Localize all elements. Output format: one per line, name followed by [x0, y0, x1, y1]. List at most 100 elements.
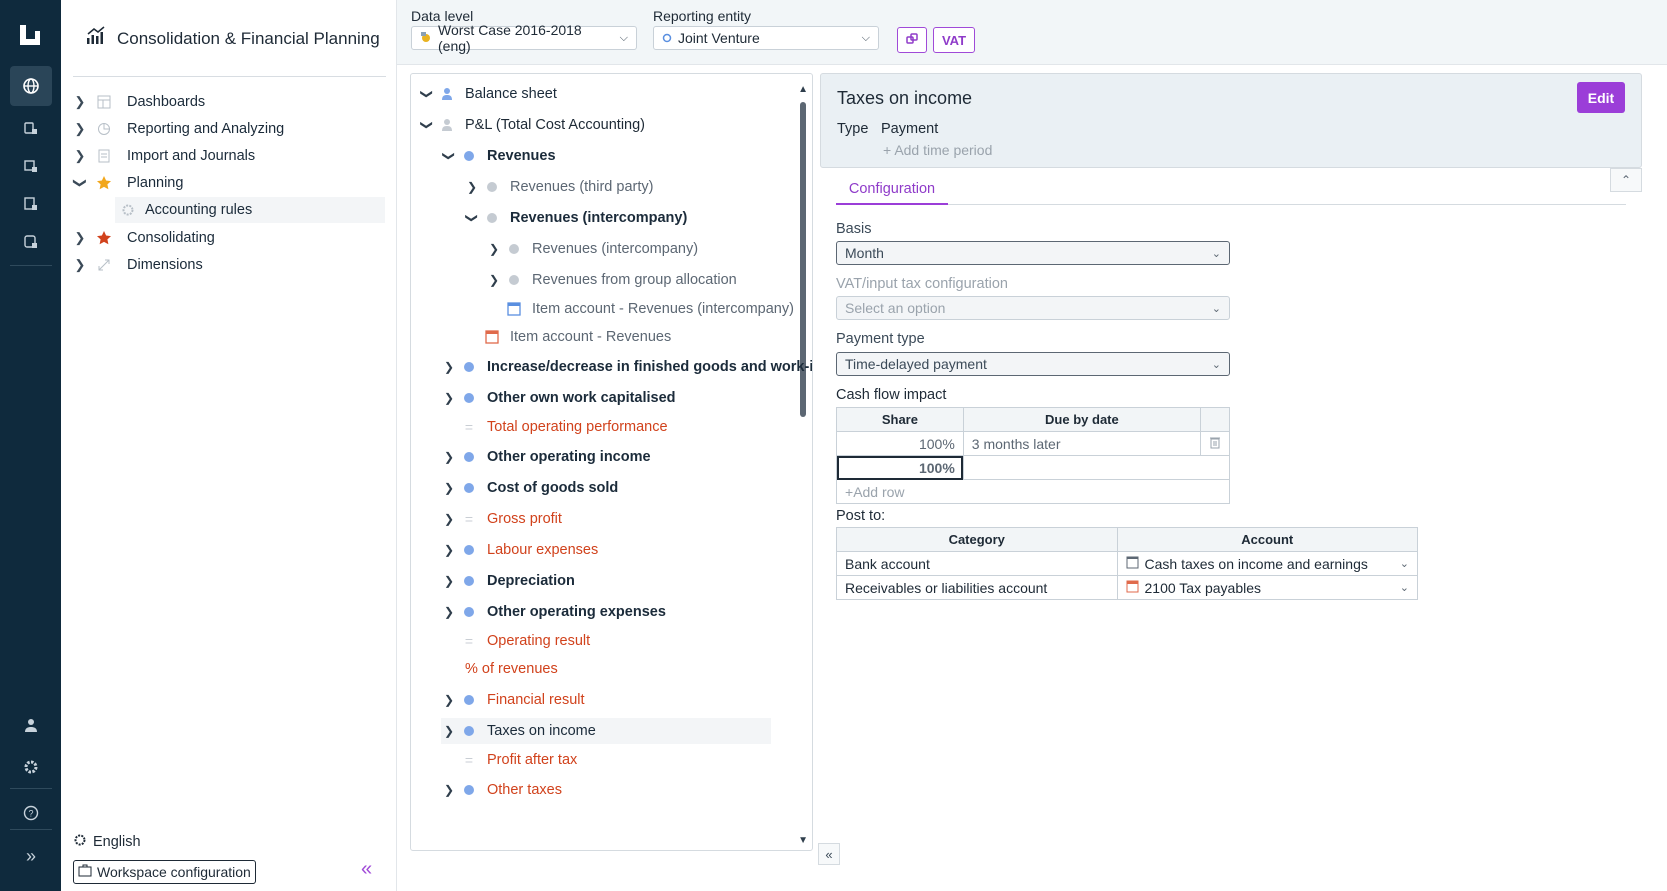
chevron-down-icon: ⌄ — [1211, 358, 1221, 371]
globe-icon[interactable] — [10, 66, 52, 106]
basis-select[interactable]: Month ⌄ — [836, 241, 1230, 265]
chevron-right-icon[interactable]: ❯ — [69, 94, 91, 110]
help-icon[interactable]: ? — [10, 793, 52, 833]
delete-row-icon[interactable] — [1199, 431, 1231, 456]
due-cell[interactable]: 3 months later — [962, 431, 1201, 456]
share-cell[interactable]: 100% — [836, 431, 964, 456]
node-dot-icon — [480, 182, 504, 192]
add-time-period-link[interactable]: + Add time period — [883, 142, 992, 158]
account-cell[interactable]: Cash taxes on income and earnings ⌄ — [1116, 551, 1418, 576]
tree-row-item-account-ic[interactable]: Item account - Revenues (intercompany) — [502, 296, 794, 322]
gear-icon[interactable] — [10, 747, 52, 787]
tree-row-other-operating-income[interactable]: ❯ Other operating income — [441, 444, 651, 470]
account-cell[interactable]: 2100 Tax payables ⌄ — [1116, 575, 1418, 600]
add-row-line: +Add row — [836, 479, 1230, 504]
nav-item-import[interactable]: ❯ Import and Journals — [69, 143, 385, 169]
lock-app-icon-1[interactable] — [10, 108, 52, 148]
data-level-select[interactable]: Worst Case 2016-2018 (eng) ⌵ — [411, 22, 637, 54]
chevron-down-icon[interactable]: ⌄ — [1400, 557, 1409, 570]
chevron-right-icon[interactable]: ❯ — [441, 783, 457, 797]
chevron-right-icon[interactable]: ❯ — [486, 242, 502, 256]
chevron-right-icon[interactable]: ❯ — [486, 273, 502, 287]
scroll-down-icon[interactable]: ▼ — [798, 835, 808, 846]
tree-row-other-taxes[interactable]: ❯ Other taxes — [441, 777, 562, 803]
tree-row-increase-decrease[interactable]: ❯ Increase/decrease in finished goods an… — [441, 354, 812, 380]
lock-app-icon-2[interactable] — [10, 146, 52, 186]
workspace-configuration-button[interactable]: Workspace configuration — [73, 860, 256, 884]
lock-app-icon-3[interactable] — [10, 184, 52, 224]
tree-row-revenues-third-party[interactable]: ❯ Revenues (third party) — [464, 174, 653, 200]
lock-app-icon-4[interactable] — [10, 222, 52, 262]
tree-row-balance-sheet[interactable]: ❯ Balance sheet — [419, 81, 557, 107]
user-icon[interactable] — [10, 705, 52, 745]
tree-row-revenues-intercompany[interactable]: ❯ Revenues (intercompany) — [464, 205, 687, 231]
nav-item-consolidating[interactable]: ❯ Consolidating — [69, 225, 385, 251]
tree-row-labour-expenses[interactable]: ❯ Labour expenses — [441, 537, 598, 563]
chevron-right-icon[interactable]: ❯ — [441, 574, 457, 588]
chevron-down-icon[interactable]: ❯ — [465, 210, 479, 226]
tree-row-profit-after-tax[interactable]: = Profit after tax — [457, 747, 577, 773]
chevron-right-icon[interactable]: ❯ — [441, 481, 457, 495]
tree-row-cost-of-goods-sold[interactable]: ❯ Cost of goods sold — [441, 475, 618, 501]
edit-button[interactable]: Edit — [1577, 82, 1625, 113]
collapse-nav-icon[interactable]: « — [361, 858, 372, 881]
node-dot-icon — [457, 576, 481, 586]
chevron-right-icon[interactable]: ❯ — [441, 724, 457, 738]
scroll-up-icon[interactable]: ▲ — [798, 84, 808, 95]
nav-item-planning[interactable]: ❯ Planning — [69, 170, 385, 196]
tree-row-item-account-revenues[interactable]: Item account - Revenues — [480, 324, 671, 350]
payment-type-select[interactable]: Time-delayed payment ⌄ — [836, 352, 1230, 376]
tree-row-revenues-intercompany-sub[interactable]: ❯ Revenues (intercompany) — [486, 236, 698, 262]
chevron-right-icon[interactable]: ❯ — [441, 512, 457, 526]
language-selector[interactable]: English — [73, 833, 141, 851]
table-row: 100% 3 months later — [836, 431, 1231, 456]
chevron-right-icon[interactable]: ❯ — [441, 605, 457, 619]
add-row-button[interactable]: +Add row — [836, 479, 1230, 504]
tree-row-financial-result[interactable]: ❯ Financial result — [441, 687, 585, 713]
app-logo-icon[interactable] — [17, 22, 43, 48]
chevron-right-icon[interactable]: ❯ — [69, 230, 91, 246]
due-cell[interactable] — [962, 455, 1231, 480]
tree-row-pnl[interactable]: ❯ P&L (Total Cost Accounting) — [419, 112, 645, 138]
tree-row-depreciation[interactable]: ❯ Depreciation — [441, 568, 575, 594]
tree-row-gross-profit[interactable]: ❯ = Gross profit — [441, 506, 562, 532]
nav-item-dashboards[interactable]: ❯ Dashboards — [69, 89, 385, 115]
rules-gear-icon — [115, 203, 141, 217]
reporting-entity-select[interactable]: Joint Venture ⌵ — [653, 26, 879, 50]
vat-config-select[interactable]: Select an option ⌄ — [836, 296, 1230, 320]
chevron-down-icon[interactable]: ⌄ — [1400, 581, 1409, 594]
data-level-field: Data level Worst Case 2016-2018 (eng) ⌵ — [411, 8, 637, 54]
nav-item-reporting[interactable]: ❯ Reporting and Analyzing — [69, 116, 385, 142]
chevron-right-icon[interactable]: ❯ — [441, 693, 457, 707]
chevron-right-icon[interactable]: ❯ — [69, 121, 91, 137]
tree-row-total-operating-performance[interactable]: = Total operating performance — [457, 414, 668, 440]
tree-row-other-operating-expenses[interactable]: ❯ Other operating expenses — [441, 599, 666, 625]
chevron-down-icon[interactable]: ❯ — [420, 86, 434, 102]
tree-row-own-work[interactable]: ❯ Other own work capitalised — [441, 385, 676, 411]
share-cell[interactable]: 100% — [836, 455, 964, 480]
chevron-right-icon[interactable]: ❯ — [69, 257, 91, 273]
expand-tree-icon[interactable]: « — [818, 843, 840, 865]
chevron-down-icon[interactable]: ❯ — [420, 117, 434, 133]
chevron-right-icon[interactable]: ❯ — [464, 180, 480, 194]
tree-row-taxes-on-income[interactable]: ❯ Taxes on income — [441, 718, 771, 744]
nav-item-accounting-rules[interactable]: Accounting rules — [115, 197, 385, 223]
tree-row-operating-result[interactable]: = Operating result — [457, 628, 590, 654]
chevron-right-icon[interactable]: ❯ — [441, 543, 457, 557]
tree-row-revenues[interactable]: ❯ Revenues — [441, 143, 556, 169]
tree-row-group-allocation[interactable]: ❯ Revenues from group allocation — [486, 267, 737, 293]
chevron-right-icon[interactable]: ❯ — [441, 450, 457, 464]
chevron-right-icon[interactable]: ❯ — [441, 360, 457, 374]
chevron-down-icon[interactable]: ❯ — [72, 172, 88, 194]
chevron-right-icon[interactable]: ❯ — [441, 391, 457, 405]
title-divider — [73, 76, 386, 77]
link-button[interactable] — [897, 27, 927, 53]
tab-configuration[interactable]: Configuration — [836, 178, 948, 205]
nav-item-dimensions[interactable]: ❯ Dimensions — [69, 252, 385, 278]
chevron-right-icon[interactable]: ❯ — [69, 148, 91, 164]
tree-row-percent-of-revenues[interactable]: % of revenues — [465, 656, 558, 682]
node-dot-icon — [457, 393, 481, 403]
expand-rail-icon[interactable]: » — [10, 836, 52, 876]
chevron-down-icon[interactable]: ❯ — [442, 148, 456, 164]
vat-button[interactable]: VAT — [933, 27, 975, 53]
